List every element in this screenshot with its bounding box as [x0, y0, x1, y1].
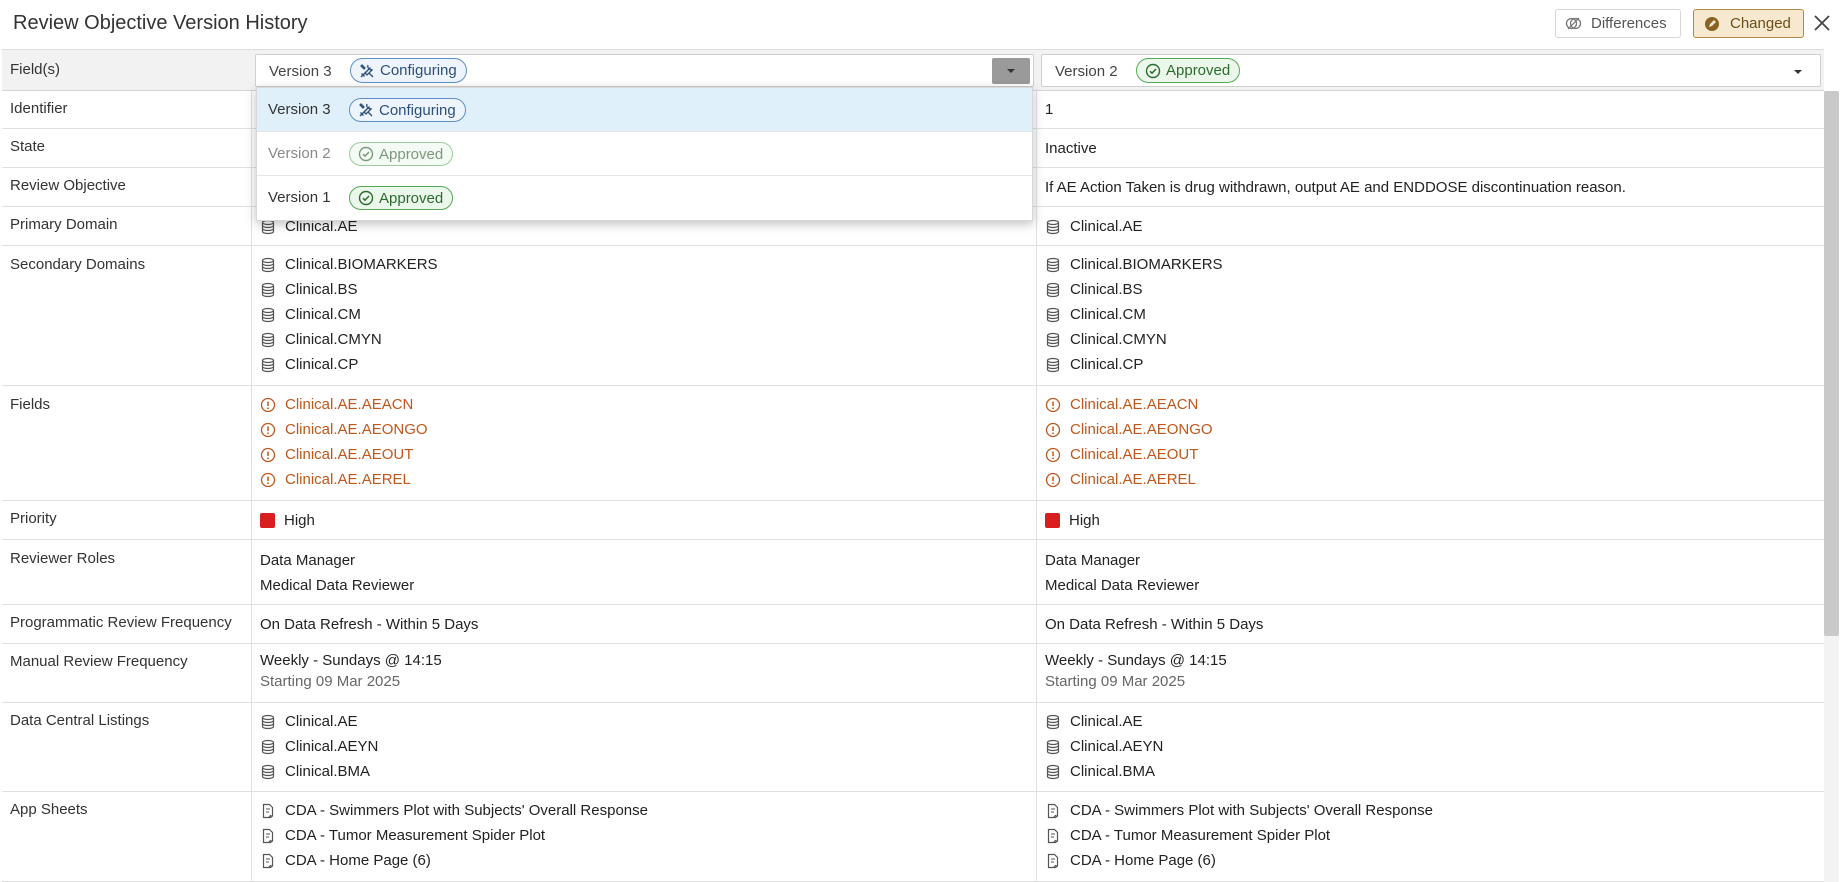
table-row-data-central-listings: Data Central Listings Clinical.AE Clinic…	[2, 703, 1824, 792]
database-icon	[1045, 219, 1061, 235]
database-icon	[1045, 257, 1061, 273]
database-icon	[1045, 282, 1061, 298]
right-version-select[interactable]: Version 2 Approved	[1041, 54, 1821, 87]
changed-label: Changed	[1730, 15, 1791, 32]
document-icon	[260, 803, 276, 819]
right-status-badge: Approved	[1136, 58, 1241, 83]
database-icon	[1045, 332, 1061, 348]
dropdown-item-version-1[interactable]: Version 1 Approved	[257, 176, 1032, 220]
scrollbar-thumb[interactable]	[1824, 91, 1839, 636]
alert-circle-icon	[1045, 447, 1061, 463]
database-icon	[260, 739, 276, 755]
database-icon	[260, 332, 276, 348]
database-icon	[1045, 714, 1061, 730]
changed-icon	[1705, 16, 1719, 31]
document-icon	[260, 828, 276, 844]
priority-indicator	[260, 513, 275, 528]
left-select-toggle[interactable]	[992, 58, 1030, 84]
document-icon	[1045, 853, 1061, 869]
alert-circle-icon	[1045, 397, 1061, 413]
database-icon	[1045, 357, 1061, 373]
tools-icon	[359, 63, 375, 79]
alert-circle-icon	[1045, 472, 1061, 488]
dialog-header: Review Objective Version History Differe…	[0, 0, 1841, 48]
table-row-programmatic-frequency: Programmatic Review Frequency On Data Re…	[2, 605, 1824, 644]
version-dropdown-menu: Version 3 Configuring Version 2 Approved…	[256, 87, 1033, 221]
alert-circle-icon	[1045, 422, 1061, 438]
right-version-label: Version 2	[1055, 63, 1118, 80]
database-icon	[1045, 307, 1061, 323]
left-version-select[interactable]: Version 3 Configuring	[255, 54, 1034, 87]
close-icon[interactable]	[1810, 11, 1834, 35]
table-row-manual-frequency: Manual Review Frequency Weekly - Sundays…	[2, 644, 1824, 703]
database-icon	[260, 282, 276, 298]
alert-circle-icon	[260, 422, 276, 438]
database-icon	[1045, 764, 1061, 780]
dialog-title: Review Objective Version History	[13, 12, 308, 34]
priority-indicator	[1045, 513, 1060, 528]
database-icon	[260, 714, 276, 730]
document-icon	[1045, 828, 1061, 844]
fields-column-header: Field(s)	[10, 61, 61, 78]
database-icon	[260, 357, 276, 373]
table-row-reviewer-roles: Reviewer Roles Data Manager Medical Data…	[2, 540, 1824, 605]
alert-circle-icon	[260, 472, 276, 488]
left-status-badge: Configuring	[350, 58, 467, 83]
dropdown-item-version-2: Version 2 Approved	[257, 132, 1032, 176]
approved-badge: Approved	[349, 186, 454, 210]
tools-icon	[358, 102, 374, 118]
check-circle-icon	[358, 190, 374, 206]
check-circle-icon	[1145, 63, 1161, 79]
document-icon	[260, 853, 276, 869]
chevron-down-icon[interactable]	[1792, 68, 1804, 76]
table-row-secondary-domains: Secondary Domains Clinical.BIOMARKERS Cl…	[2, 246, 1824, 386]
changed-button[interactable]: Changed	[1693, 9, 1804, 38]
chevron-down-icon	[1007, 69, 1015, 73]
database-icon	[260, 307, 276, 323]
check-circle-icon	[358, 146, 374, 162]
differences-button[interactable]: Differences	[1555, 9, 1681, 38]
dropdown-item-version-3[interactable]: Version 3 Configuring	[257, 88, 1032, 132]
differences-icon	[1565, 17, 1582, 30]
alert-circle-icon	[260, 397, 276, 413]
database-icon	[260, 764, 276, 780]
database-icon	[260, 257, 276, 273]
document-icon	[1045, 803, 1061, 819]
approved-badge: Approved	[349, 142, 454, 166]
differences-label: Differences	[1591, 15, 1667, 32]
database-icon	[1045, 739, 1061, 755]
alert-circle-icon	[260, 447, 276, 463]
table-row-fields: Fields Clinical.AE.AEACN Clinical.AE.AEO…	[2, 386, 1824, 501]
left-version-label: Version 3	[269, 63, 332, 80]
table-row-priority: Priority High High	[2, 501, 1824, 540]
table-row-app-sheets: App Sheets CDA - Swimmers Plot with Subj…	[2, 792, 1824, 882]
table-header-row: Field(s) Version 3 Configuring Version 2…	[2, 50, 1824, 91]
configuring-badge: Configuring	[349, 98, 466, 122]
